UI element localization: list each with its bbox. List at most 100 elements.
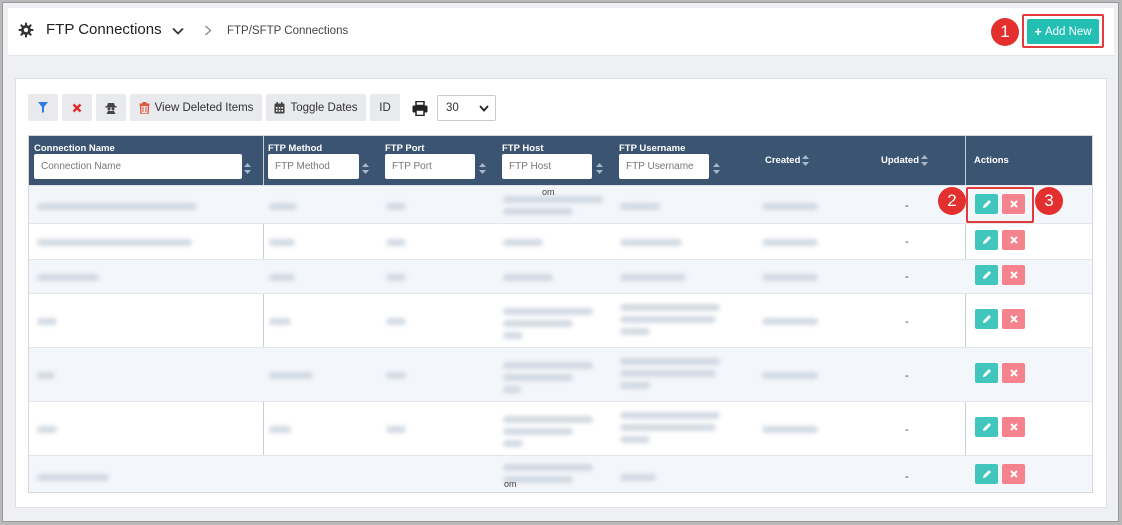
delete-button[interactable] [1002,265,1025,285]
edit-button[interactable] [975,464,998,484]
redacted-cell [503,308,593,315]
redacted-cell [503,386,521,393]
col-header-connection-name: Connection Name [34,143,115,154]
callout-badge-3: 3 [1035,187,1063,215]
redacted-cell [503,196,603,203]
clear-filter-button[interactable] [62,94,92,121]
redacted-cell [269,274,295,281]
id-toggle-button[interactable]: ID [370,94,400,121]
pencil-icon [982,470,991,478]
top-bar: FTP Connections FTP/SFTP Connections [8,8,1114,56]
times-icon [1009,369,1018,377]
print-icon[interactable] [412,101,428,116]
ftp-port-filter[interactable]: FTP Port [385,154,475,179]
sort-icon[interactable] [802,155,809,166]
delete-button[interactable] [1002,417,1025,437]
redacted-cell [269,203,297,210]
filter-icon [38,102,48,113]
table-row: - [29,401,1092,455]
view-deleted-button[interactable]: View Deleted Items [130,94,262,121]
redacted-cell [503,332,523,339]
add-new-button[interactable]: + Add New [1027,19,1099,44]
table-row: - [29,259,1092,293]
delete-button[interactable] [1002,309,1025,329]
updated-value: - [905,471,909,483]
table-row: - [29,293,1092,347]
col-header-ftp-port: FTP Port [385,143,425,154]
redacted-cell [269,318,291,325]
sort-icon[interactable] [479,163,486,174]
sort-icon[interactable] [362,163,369,174]
chevron-down-icon[interactable] [172,27,184,35]
incognito-button[interactable] [96,94,126,121]
sort-icon[interactable] [713,163,720,174]
calendar-icon [274,101,285,113]
redacted-cell [37,203,197,210]
edit-button[interactable] [975,265,998,285]
redacted-cell [37,239,192,246]
redacted-cell [620,436,650,443]
ftp-username-filter[interactable]: FTP Username [619,154,709,179]
view-deleted-label: View Deleted Items [154,101,254,114]
redacted-cell [620,239,682,246]
redacted-cell [386,203,406,210]
updated-value: - [905,424,909,436]
edit-button[interactable] [975,309,998,329]
table-row: - [29,455,1092,492]
gear-icon[interactable] [18,22,34,38]
pencil-icon [982,369,991,377]
col-header-created[interactable]: Created [765,155,800,166]
col-header-ftp-username: FTP Username [619,143,686,154]
sort-icon[interactable] [596,163,603,174]
filter-button[interactable] [28,94,58,121]
pencil-icon [982,236,991,244]
user-secret-icon [105,103,117,114]
redacted-cell [37,318,57,325]
redacted-cell [37,372,55,379]
redacted-cell [620,424,716,431]
id-label: ID [379,101,391,114]
delete-button[interactable] [1002,464,1025,484]
redacted-cell [762,318,818,325]
times-icon [1009,315,1018,323]
connections-table: Connection Name Connection Name FTP Meth… [28,135,1093,493]
redacted-cell [269,426,291,433]
times-icon [1009,423,1018,431]
connection-name-filter[interactable]: Connection Name [34,154,242,179]
redacted-cell [386,274,406,281]
redacted-cell [503,428,573,435]
table-header: Connection Name Connection Name FTP Meth… [29,136,1092,185]
delete-button[interactable] [1002,363,1025,383]
table-row: - [29,347,1092,401]
edit-button[interactable] [975,363,998,383]
redacted-cell [762,372,818,379]
plus-icon: + [1034,24,1042,39]
sort-icon[interactable] [921,155,928,166]
updated-value: - [905,200,909,212]
pencil-icon [982,315,991,323]
chevron-down-icon [479,105,489,112]
redacted-cell [503,416,593,423]
times-icon [1009,236,1018,244]
ftp-host-filter[interactable]: FTP Host [502,154,592,179]
edit-button[interactable] [975,417,998,437]
redacted-cell [620,304,720,311]
ftp-method-filter[interactable]: FTP Method [268,154,359,179]
breadcrumb[interactable]: FTP/SFTP Connections [227,25,348,37]
times-icon [1009,470,1018,478]
col-header-updated[interactable]: Updated [881,155,919,166]
redacted-cell [503,374,573,381]
delete-button[interactable] [1002,230,1025,250]
actions-highlight [966,187,1034,223]
redacted-cell [762,426,818,433]
page-size-select[interactable]: 30 [437,95,496,121]
toggle-dates-button[interactable]: Toggle Dates [266,94,366,121]
sort-icon[interactable] [244,163,251,174]
redacted-cell [503,440,523,447]
col-header-actions: Actions [974,155,1009,166]
redacted-cell [503,208,573,215]
redacted-cell [620,203,660,210]
redacted-cell [620,412,720,419]
table-row: - [29,185,1092,223]
edit-button[interactable] [975,230,998,250]
